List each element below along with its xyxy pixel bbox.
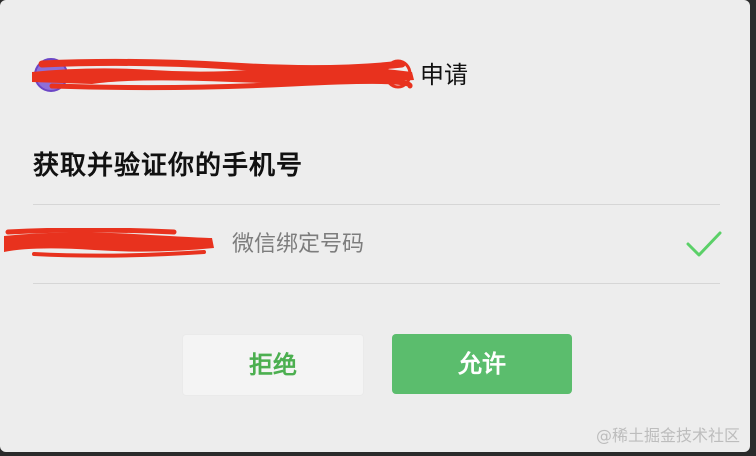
reject-button[interactable]: 拒绝 (182, 334, 364, 396)
allow-button[interactable]: 允许 (392, 334, 572, 394)
redacted-phone-number (4, 228, 214, 258)
watermark: @稀土掘金技术社区 (595, 426, 740, 445)
redacted-app-name (32, 58, 414, 91)
divider-bottom (33, 283, 720, 284)
permission-dialog: 申请 获取并验证你的手机号 微信绑定号码 拒绝 允许 @稀土掘金技术社区 (0, 0, 750, 452)
app-request-suffix: 申请 (420, 61, 468, 89)
app-request-row: 申请 (32, 52, 492, 98)
divider-top (33, 204, 720, 205)
phone-description: 微信绑定号码 (232, 232, 365, 257)
dialog-title: 获取并验证你的手机号 (33, 151, 304, 181)
phone-option-row[interactable]: 微信绑定号码 (0, 206, 750, 284)
check-icon (686, 231, 722, 257)
